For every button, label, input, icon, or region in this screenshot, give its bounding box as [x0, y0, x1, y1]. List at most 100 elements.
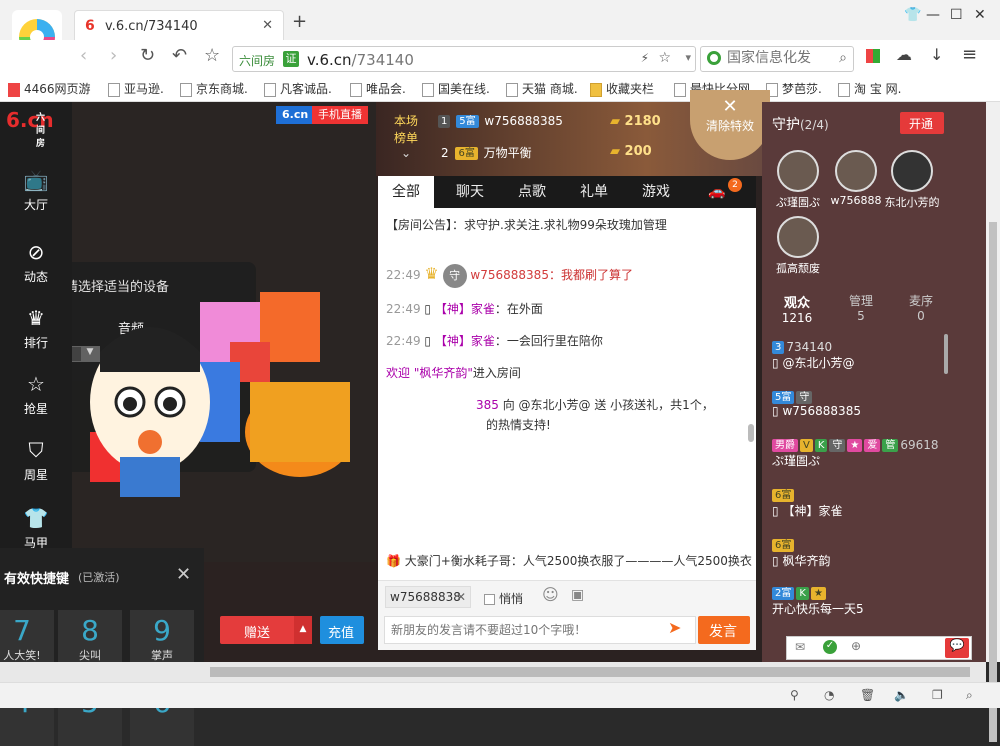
pin-icon[interactable]: ⚲ [790, 688, 799, 702]
bookmark-item[interactable]: 唯品会. [350, 80, 406, 97]
secret-checkbox[interactable]: 悄悄 [484, 590, 523, 607]
nav-dynamic[interactable]: ⊘ 动态 [0, 240, 72, 285]
guardian-item[interactable]: 东北小芳的 [882, 150, 942, 210]
close-tab-icon[interactable]: ✕ [262, 18, 273, 33]
apps-icon[interactable] [866, 49, 880, 63]
back-icon[interactable]: ‹ [80, 47, 87, 65]
close-quick-key-icon[interactable]: ✕ [176, 564, 191, 585]
new-tab-icon[interactable]: + [292, 13, 307, 31]
cloud-icon[interactable]: ☁ [896, 47, 912, 63]
image-icon[interactable]: ▣ [571, 588, 584, 602]
close-icon: ✕ [722, 96, 738, 117]
browser-tab[interactable]: 6 v.6.cn/734140 ✕ [74, 10, 284, 42]
bookmark-item[interactable]: 淘 宝 网. [838, 80, 901, 97]
tab-games[interactable]: 游戏 [628, 176, 684, 208]
audience-scrollbar[interactable] [944, 334, 948, 374]
avatar [777, 216, 819, 258]
chat-bubble-icon[interactable]: 💬 [945, 638, 969, 658]
tab-gifts[interactable]: 礼单 [566, 176, 622, 208]
bookmark-folder[interactable]: 收藏夹栏 [590, 80, 654, 97]
forward-icon[interactable]: › [110, 47, 117, 65]
site-logo[interactable]: 6.cn 六间房 [6, 108, 54, 149]
zoom-icon[interactable]: ⊕ [851, 639, 861, 653]
speed-icon[interactable]: ◔ [824, 688, 834, 702]
chat-input[interactable] [384, 616, 696, 644]
favorite-icon[interactable]: ☆ [658, 50, 671, 66]
download-icon[interactable]: ↓ [930, 47, 943, 63]
audience-item[interactable]: 2富 K ★ 开心快乐每一天5 [772, 586, 864, 617]
ranking-score: ▰ 2180 [610, 114, 661, 129]
chevron-up-icon[interactable]: ▲ [294, 616, 312, 644]
search-input[interactable] [727, 50, 827, 66]
dropdown-icon[interactable]: ▾ [685, 51, 691, 64]
menu-icon[interactable]: ≡ [962, 46, 977, 64]
guardian-item[interactable]: w756888 [826, 150, 886, 207]
tab-songs[interactable]: 点歌 [504, 176, 560, 208]
bookmark-item[interactable]: 国美在线. [422, 80, 490, 97]
cert-badge[interactable]: 证 [283, 51, 299, 67]
guardian-item[interactable]: ぷ瑾圄ぷ [768, 150, 828, 210]
gold-icon: ▰ [610, 114, 625, 129]
maximize-icon[interactable]: ☐ [950, 8, 963, 22]
bookmark-item[interactable]: 亚马逊. [108, 80, 164, 97]
target-user-tag[interactable]: w75688838 ✕ [385, 586, 471, 608]
emoji-icon[interactable]: ☺ [542, 587, 559, 603]
gift-animation-image [90, 292, 350, 497]
search-box[interactable]: ⌕ [700, 46, 854, 72]
page-horizontal-scrollbar[interactable] [0, 662, 986, 682]
tab-audience[interactable]: 观众 1216 [766, 292, 828, 325]
bookmark-item[interactable]: 凡客诚品. [264, 80, 332, 97]
tv-icon: 📺 [23, 168, 49, 192]
guard-badge-icon: 守 [442, 264, 467, 288]
quick-key-status: (已激活) [78, 571, 120, 584]
trash-icon[interactable]: 🗑 [860, 688, 875, 702]
nav-hall[interactable]: 📺 大厅 [0, 168, 72, 213]
tab-all[interactable]: 全部 [378, 176, 434, 208]
audience-item[interactable]: 男爵 V K 守 ★ 爱管 69618 ぷ瑾圄ぷ [772, 438, 939, 469]
mail-icon[interactable]: ✉ [795, 640, 805, 654]
tab-chat[interactable]: 聊天 [442, 176, 498, 208]
tshirt-icon: 👕 [23, 506, 49, 530]
send-gift-button[interactable]: 赠送 ▲ [220, 616, 312, 644]
undo-icon[interactable]: ↶ [172, 47, 187, 65]
volume-icon[interactable]: 🔈 [894, 688, 909, 702]
recharge-button[interactable]: 充值 [320, 616, 364, 644]
check-icon[interactable]: ✓ [823, 640, 837, 654]
search-engine-icon [707, 51, 721, 65]
refresh-icon[interactable]: ↻ [140, 47, 155, 65]
search-icon[interactable]: ⌕ [839, 50, 847, 66]
nav-weekly[interactable]: ⛉ 周星 [0, 438, 72, 483]
nav-star[interactable]: ☆ 抢星 [0, 372, 72, 417]
say-button[interactable]: 发言 [698, 616, 750, 644]
chat-scrollbar[interactable] [748, 424, 754, 442]
nav-vest[interactable]: 👕 马甲 [0, 506, 72, 551]
audience-tabs: 观众 1216 管理 5 麦序 0 [762, 292, 948, 326]
audience-item[interactable]: 3 734140 ▯ @东北小芳@ [772, 340, 854, 371]
zoom-icon[interactable]: ⌕ [966, 688, 973, 703]
page-vertical-scrollbar[interactable] [986, 102, 1000, 742]
guardian-item[interactable]: 孤高颓废 [768, 216, 828, 276]
shirt-icon[interactable]: 👕 [904, 8, 921, 22]
address-bar[interactable]: 六间房 证 v.6.cn/734140 ⚡ ☆ ▾ [232, 46, 696, 72]
send-plane-icon[interactable]: ➤ [668, 620, 681, 636]
star-icon[interactable]: ☆ [204, 47, 220, 65]
bookmark-item[interactable]: 4466网页游 [8, 80, 91, 97]
nav-ranking[interactable]: ♛ 排行 [0, 306, 72, 351]
ranking-label[interactable]: 本场 榜单 ⌄ [384, 112, 428, 160]
bookmark-item[interactable]: 天猫 商城. [506, 80, 578, 97]
tab-admins[interactable]: 管理 5 [830, 292, 892, 323]
audience-item[interactable]: 5富守 ▯ w756888385 [772, 390, 861, 418]
audience-item[interactable]: 6富 ▯ 枫华齐韵 [772, 538, 830, 569]
open-guardian-button[interactable]: 开通 [900, 112, 944, 134]
bookmark-item[interactable]: 梦芭莎. [766, 80, 822, 97]
ranking-row[interactable]: 2 6富 万物平衡 [438, 144, 532, 161]
lightning-icon[interactable]: ⚡ [641, 51, 649, 65]
window-icon[interactable]: ❐ [932, 688, 943, 702]
minimize-icon[interactable]: — [926, 8, 940, 22]
ranking-row[interactable]: 1 5富 w756888385 [438, 114, 563, 128]
tab-mic-queue[interactable]: 麦序 0 [890, 292, 952, 323]
bookmark-item[interactable]: 京东商城. [180, 80, 248, 97]
car-icon[interactable]: 🚗 [708, 184, 725, 200]
close-window-icon[interactable]: ✕ [974, 8, 986, 22]
audience-item[interactable]: 6富 ▯ 【神】家雀 [772, 488, 842, 519]
